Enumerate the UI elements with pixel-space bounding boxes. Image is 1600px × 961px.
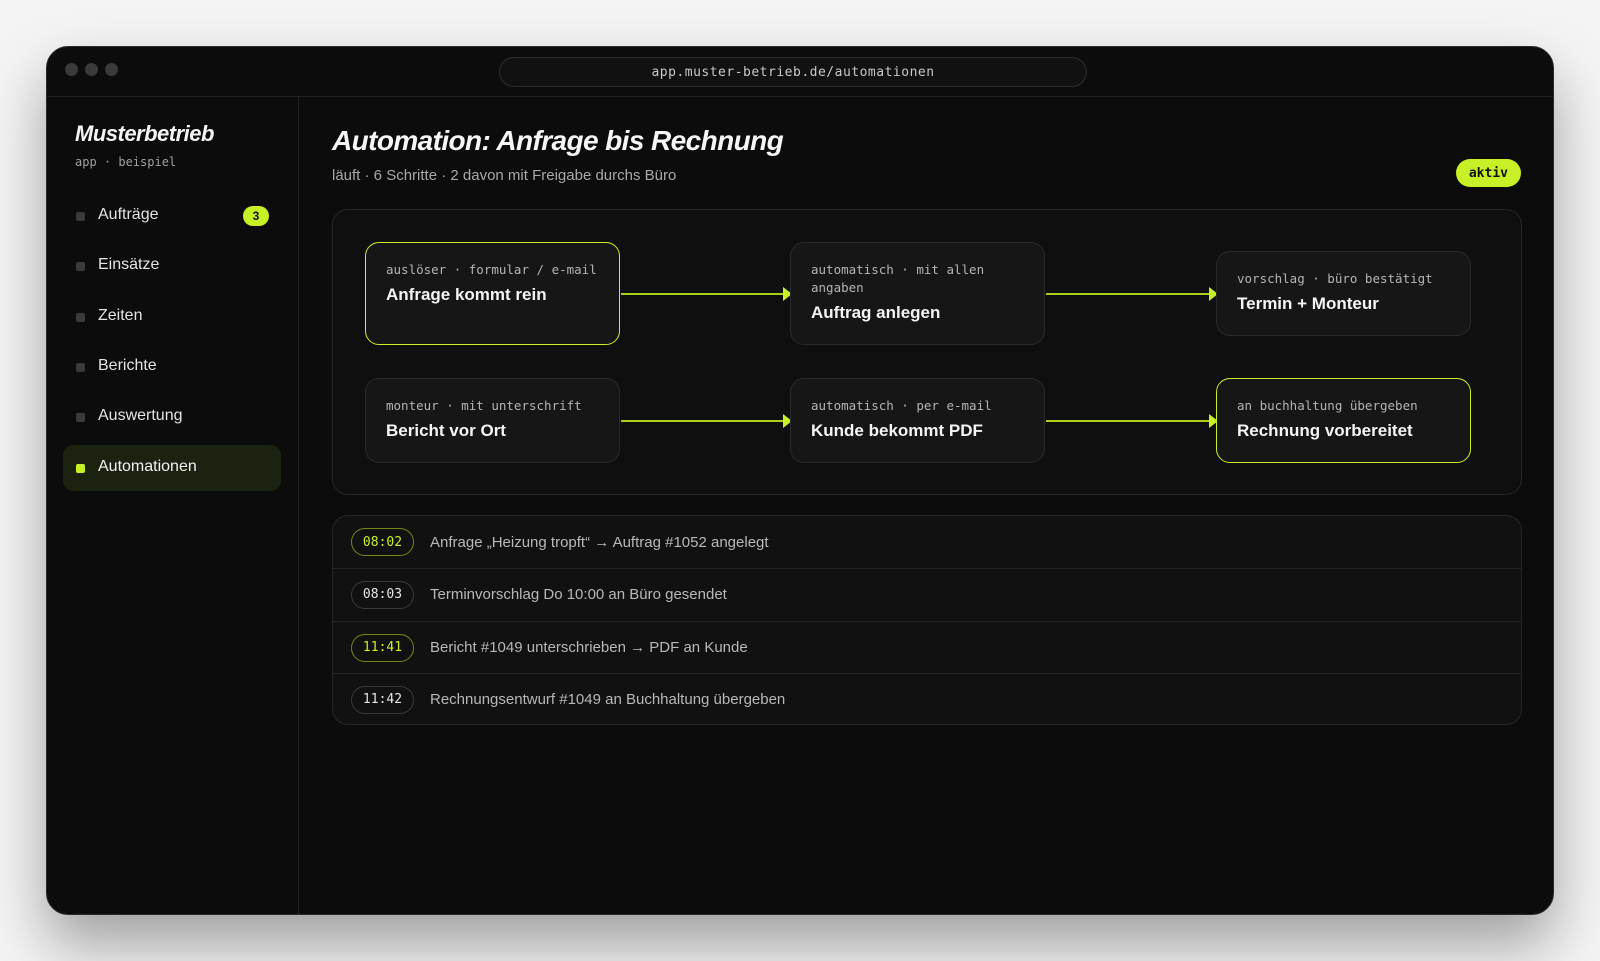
main-content: Automation: Anfrage bis Rechnung läuft ·…: [300, 97, 1553, 914]
log-text: Terminvorschlag Do 10:00 an Büro gesende…: [430, 586, 727, 603]
sidebar-item-label: Einsätze: [98, 256, 160, 273]
sidebar-item-label: Zeiten: [98, 307, 143, 324]
flow-arrow: [1046, 287, 1218, 301]
log-text: Rechnungsentwurf #1049 an Buchhaltung üb…: [430, 691, 786, 708]
step-meta: automatisch · per e-mail: [811, 398, 992, 413]
window-minimize-dot[interactable]: [85, 63, 98, 76]
title-bar: app.muster-betrieb.de/automationen: [47, 47, 1553, 97]
brand-name: Musterbetrieb: [75, 121, 214, 146]
count-badge: 3: [243, 206, 269, 226]
sidebar-item-auftraege[interactable]: Aufträge 3: [63, 193, 281, 239]
sidebar-item-label: Auswertung: [98, 407, 183, 424]
page-subtitle: läuft · 6 Schritte · 2 davon mit Freigab…: [332, 167, 677, 184]
address-bar[interactable]: app.muster-betrieb.de/automationen: [499, 57, 1087, 87]
flow-step-trigger[interactable]: auslöser · formular / e-mail Anfrage kom…: [365, 242, 620, 345]
flow-step-report[interactable]: monteur · mit unterschrift Bericht vor O…: [365, 378, 620, 463]
square-bullet-icon: [76, 313, 85, 322]
sidebar-item-einsaetze[interactable]: Einsätze: [63, 243, 281, 289]
square-bullet-icon: [76, 262, 85, 271]
log-row: 11:41 Bericht #1049 unterschrieben → PDF…: [333, 621, 1521, 673]
sidebar: Musterbetrieb app · beispiel Aufträge 3 …: [47, 97, 299, 914]
log-text: Bericht #1049 unterschrieben → PDF an Ku…: [430, 639, 748, 656]
step-meta: automatisch · mit allen angaben: [811, 262, 985, 295]
log-text: Anfrage „Heizung tropft“ → Auftrag #1052…: [430, 533, 769, 551]
flow-arrow: [1046, 414, 1218, 428]
sidebar-item-berichte[interactable]: Berichte: [63, 344, 281, 390]
step-name: Anfrage kommt rein: [386, 285, 547, 304]
brand-subtitle: app · beispiel: [75, 155, 177, 169]
step-name: Auftrag anlegen: [811, 303, 941, 322]
log-time: 08:02: [351, 528, 414, 556]
sidebar-item-label: Aufträge: [98, 206, 159, 223]
automation-flow: auslöser · formular / e-mail Anfrage kom…: [332, 209, 1522, 495]
flow-step-invoice[interactable]: an buchhaltung übergeben Rechnung vorber…: [1216, 378, 1471, 463]
log-row: 08:03 Terminvorschlag Do 10:00 an Büro g…: [333, 568, 1521, 620]
log-time: 11:41: [351, 633, 414, 662]
log-row: 11:42 Rechnungsentwurf #1049 an Buchhalt…: [333, 673, 1521, 724]
step-name: Rechnung vorbereitet: [1237, 421, 1413, 440]
square-bullet-icon: [76, 363, 85, 372]
step-name: Bericht vor Ort: [386, 421, 506, 440]
square-bullet-icon: [76, 464, 85, 473]
flow-arrow: [621, 414, 792, 428]
log-time: 08:03: [351, 580, 414, 609]
status-badge[interactable]: aktiv: [1455, 159, 1521, 187]
step-meta: auslöser · formular / e-mail: [386, 262, 597, 277]
log-row: 08:02 Anfrage „Heizung tropft“ → Auftrag…: [333, 516, 1521, 568]
log-time: 11:42: [351, 685, 414, 714]
sidebar-item-label: Automationen: [98, 458, 197, 475]
window-maximize-dot[interactable]: [105, 63, 118, 76]
step-meta: an buchhaltung übergeben: [1237, 398, 1418, 413]
flow-step-send-pdf[interactable]: automatisch · per e-mail Kunde bekommt P…: [790, 378, 1045, 463]
flow-arrow: [621, 287, 792, 301]
step-meta: monteur · mit unterschrift: [386, 398, 582, 413]
sidebar-item-auswertung[interactable]: Auswertung: [63, 394, 281, 440]
square-bullet-icon: [76, 212, 85, 221]
sidebar-item-label: Berichte: [98, 357, 157, 374]
step-name: Termin + Monteur: [1237, 294, 1379, 313]
window-close-dot[interactable]: [65, 63, 78, 76]
browser-window: app.muster-betrieb.de/automationen Muste…: [46, 46, 1554, 915]
flow-step-schedule[interactable]: vorschlag · büro bestätigt Termin + Mont…: [1216, 251, 1471, 336]
sidebar-item-automationen[interactable]: Automationen: [63, 445, 281, 491]
sidebar-item-zeiten[interactable]: Zeiten: [63, 294, 281, 340]
flow-step-create-order[interactable]: automatisch · mit allen angaben Auftrag …: [790, 242, 1045, 345]
activity-log: 08:02 Anfrage „Heizung tropft“ → Auftrag…: [332, 515, 1522, 725]
step-meta: vorschlag · büro bestätigt: [1237, 271, 1433, 286]
square-bullet-icon: [76, 413, 85, 422]
step-name: Kunde bekommt PDF: [811, 421, 983, 440]
page-title: Automation: Anfrage bis Rechnung: [332, 125, 784, 156]
